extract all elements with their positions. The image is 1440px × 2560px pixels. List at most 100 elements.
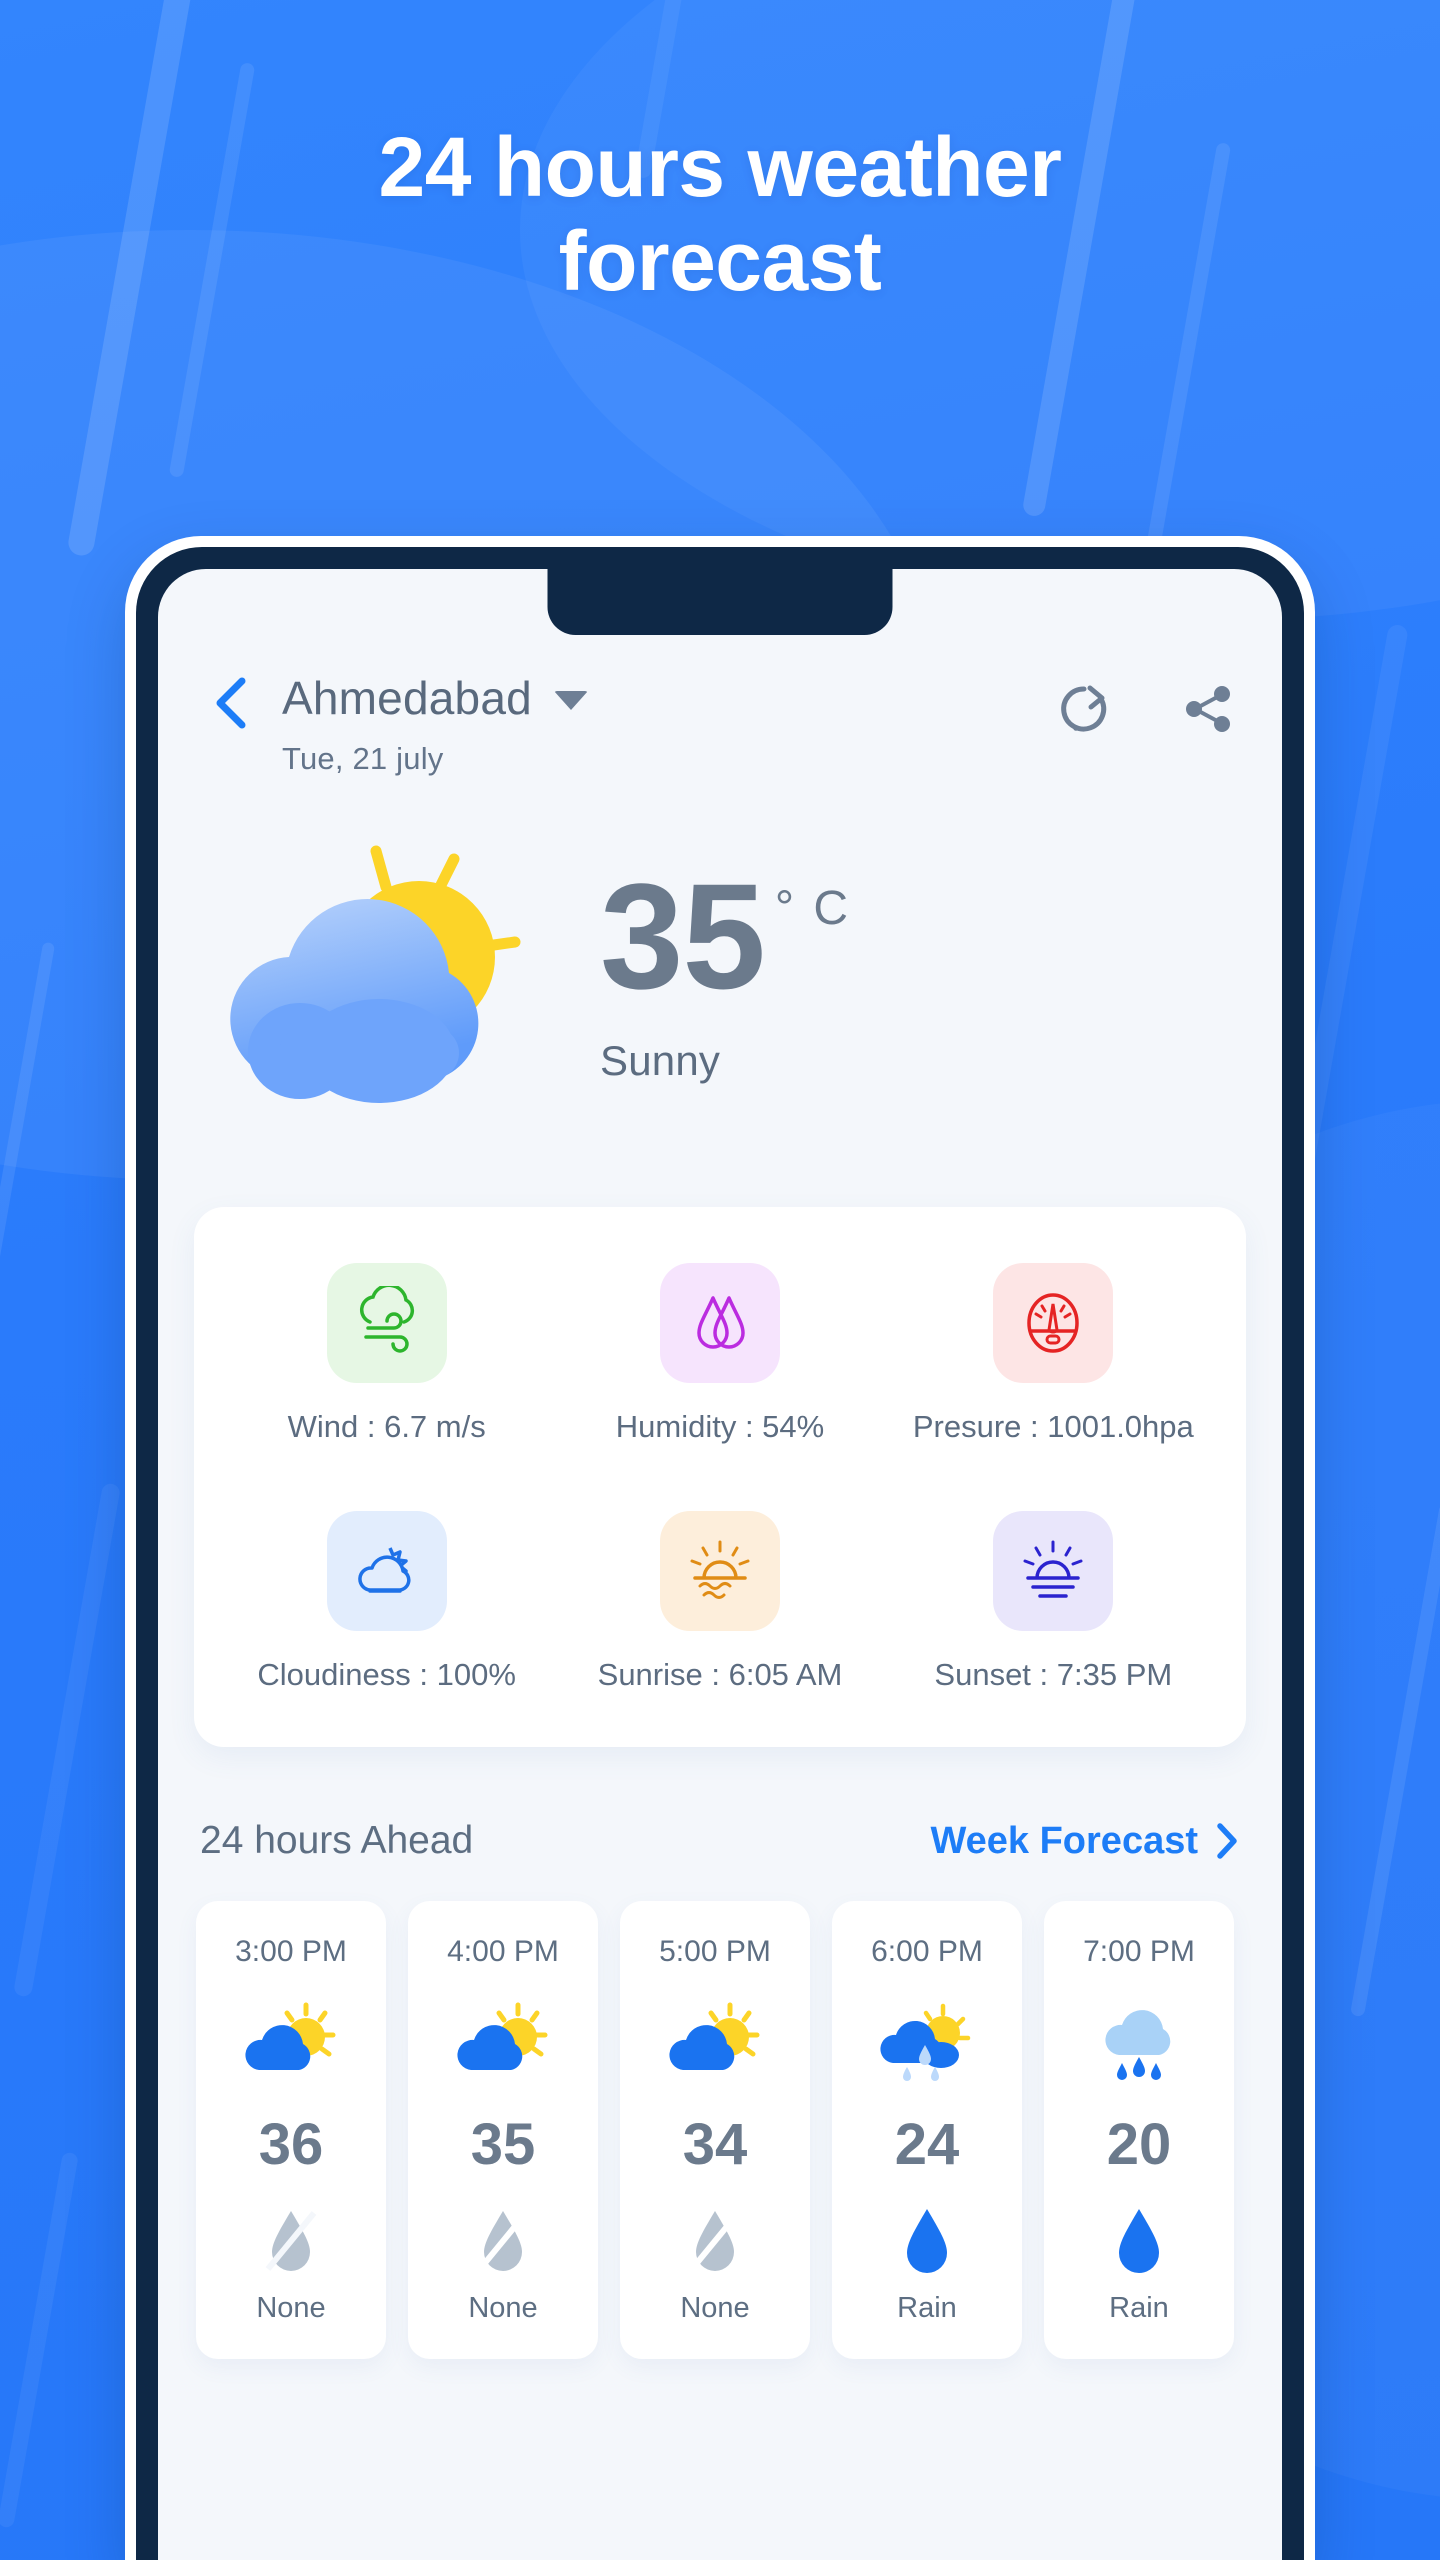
hourly-time: 6:00 PM	[871, 1935, 983, 1968]
metric-sunrise: Sunrise : 6:05 AM	[553, 1511, 886, 1693]
metrics-card: Wind : 6.7 m/s Humidity : 54% Presure: …	[194, 1207, 1246, 1747]
hourly-weather-icon-wrap	[243, 1995, 339, 2087]
hourly-precip-label: None	[680, 2292, 750, 2324]
no-rain-drop-icon	[689, 2211, 741, 2271]
hourly-forecast-list[interactable]: 3:00 PM 36 None 4:00 PM 35 None 5:00 PM …	[158, 1863, 1282, 2359]
metric-tile	[993, 1263, 1114, 1383]
metric-wind: Wind : 6.7 m/s	[220, 1263, 553, 1445]
sun-rain-cloud-icon	[880, 2003, 971, 2081]
sun-cloud-icon	[457, 2002, 548, 2070]
promo-headline: 24 hours weather forecast	[0, 120, 1440, 308]
hourly-card[interactable]: 5:00 PM 34 None	[620, 1901, 810, 2359]
back-button[interactable]	[204, 675, 260, 731]
refresh-button[interactable]	[1056, 681, 1112, 737]
hourly-weather-icon-wrap	[1091, 1995, 1187, 2087]
metric-label: Sunset : 7:35 PM	[934, 1657, 1173, 1692]
hourly-time: 7:00 PM	[1083, 1935, 1195, 1968]
sun-cloud-icon	[245, 2002, 336, 2070]
chevron-right-icon	[1217, 1823, 1237, 1859]
sunset-icon	[1023, 1540, 1083, 1598]
hourly-precip-label: Rain	[897, 2292, 957, 2324]
temperature-row: 35 ° C	[600, 852, 852, 1020]
metric-tile	[659, 1511, 780, 1631]
hourly-weather-icon-wrap	[455, 1995, 551, 2087]
hourly-precip-label: None	[468, 2292, 538, 2324]
pressure-icon	[1027, 1293, 1080, 1353]
rain-drop-icon	[1119, 2209, 1159, 2273]
city-selector[interactable]: Ahmedabad	[282, 671, 1056, 725]
hourly-time: 5:00 PM	[659, 1935, 771, 1968]
hourly-precip-icon-wrap	[259, 2200, 323, 2280]
chevron-down-icon	[553, 691, 588, 710]
metric-cloudiness: Cloudiness : 100%	[220, 1511, 553, 1693]
hourly-temperature: 35	[470, 2112, 536, 2177]
metric-label: Sunrise : 6:05 AM	[597, 1657, 843, 1692]
hourly-precip-label: Rain	[1109, 2292, 1169, 2324]
metrics-row: Wind : 6.7 m/s Humidity : 54% Presure: …	[220, 1263, 1220, 1445]
metric-label: Presure : 1001.0hpa	[912, 1409, 1194, 1444]
phone-notch	[547, 569, 893, 635]
metric-label: Cloudiness : 100%	[257, 1657, 516, 1692]
humidity-icon	[697, 1296, 745, 1349]
sun-behind-cloud-icon	[230, 845, 521, 1103]
no-rain-drop-icon	[477, 2211, 529, 2271]
hourly-card[interactable]: 6:00 PM 24 Rain	[832, 1901, 1022, 2359]
rain-drop-icon	[907, 2209, 947, 2273]
hourly-section-header: 24 hours Ahead Week Forecast	[158, 1747, 1282, 1863]
hourly-precip-icon-wrap	[683, 2200, 747, 2280]
hourly-card[interactable]: 7:00 PM 20 Rain	[1044, 1901, 1234, 2359]
hourly-time: 3:00 PM	[235, 1935, 347, 1968]
hourly-temperature: 20	[1106, 2112, 1172, 2177]
metric-tile	[326, 1263, 447, 1383]
hourly-card[interactable]: 4:00 PM 35 None	[408, 1901, 598, 2359]
current-weather: 35 ° C Sunny	[158, 777, 1282, 1129]
hourly-precip-icon-wrap	[895, 2200, 959, 2280]
metric-tile	[993, 1511, 1114, 1631]
metrics-row: Cloudiness : 100% Sunrise: 6:05 AM Suns…	[220, 1511, 1220, 1693]
hourly-precip-label: None	[256, 2292, 326, 2324]
cloudiness-icon	[357, 1547, 411, 1593]
phone-mockup: Ahmedabad Tue, 21 july 35 ° C Sunny Wind…	[125, 536, 1315, 2560]
hourly-temperature: 34	[682, 2112, 748, 2177]
weather-condition: Sunny	[600, 1037, 721, 1084]
city-name: Ahmedabad	[282, 672, 532, 724]
rain-cloud-icon	[1105, 2010, 1171, 2080]
hourly-weather-icon-wrap	[667, 1995, 763, 2087]
wind-icon	[359, 1286, 414, 1353]
sunrise-icon	[690, 1540, 750, 1599]
week-forecast-label: Week Forecast	[930, 1819, 1198, 1862]
metric-tile	[326, 1511, 447, 1631]
current-temperature: 35	[600, 852, 766, 1020]
share-icon	[1186, 686, 1230, 732]
current-date: Tue, 21 july	[282, 741, 444, 776]
hourly-precip-icon-wrap	[471, 2200, 535, 2280]
week-forecast-link[interactable]: Week Forecast	[930, 1820, 1240, 1863]
metric-label: Wind : 6.7 m/s	[287, 1409, 486, 1444]
hourly-card[interactable]: 3:00 PM 36 None	[196, 1901, 386, 2359]
promo-headline-line1: 24 hours weather	[378, 120, 1062, 214]
metric-tile	[659, 1263, 780, 1383]
hourly-weather-icon-wrap	[879, 1995, 975, 2087]
chevron-left-icon	[216, 677, 246, 729]
metric-label: Humidity : 54%	[615, 1409, 825, 1444]
header-location-block: Ahmedabad Tue, 21 july	[260, 671, 1056, 777]
temperature-block: 35 ° C Sunny	[574, 852, 852, 1091]
current-weather-icon-wrap	[204, 829, 574, 1129]
hourly-temperature: 36	[258, 2112, 324, 2177]
metric-sunset: Sunset : 7:35 PM	[887, 1511, 1220, 1693]
promo-headline-line2: forecast	[558, 214, 882, 309]
header-actions	[1056, 681, 1236, 737]
hourly-section-title: 24 hours Ahead	[200, 1819, 474, 1862]
hourly-precip-icon-wrap	[1107, 2200, 1171, 2280]
app-screen: Ahmedabad Tue, 21 july 35 ° C Sunny Wind…	[158, 569, 1282, 2560]
temperature-unit: ° C	[774, 882, 852, 935]
hourly-time: 4:00 PM	[447, 1935, 559, 1968]
refresh-icon	[1061, 685, 1107, 732]
metric-humidity: Humidity : 54%	[553, 1263, 886, 1445]
no-rain-drop-icon	[265, 2211, 317, 2271]
share-button[interactable]	[1180, 681, 1236, 737]
metric-pressure: Presure : 1001.0hpa	[887, 1263, 1220, 1445]
sun-cloud-icon	[669, 2002, 760, 2070]
phone-bezel: Ahmedabad Tue, 21 july 35 ° C Sunny Wind…	[136, 547, 1304, 2560]
hourly-temperature: 24	[894, 2112, 960, 2177]
